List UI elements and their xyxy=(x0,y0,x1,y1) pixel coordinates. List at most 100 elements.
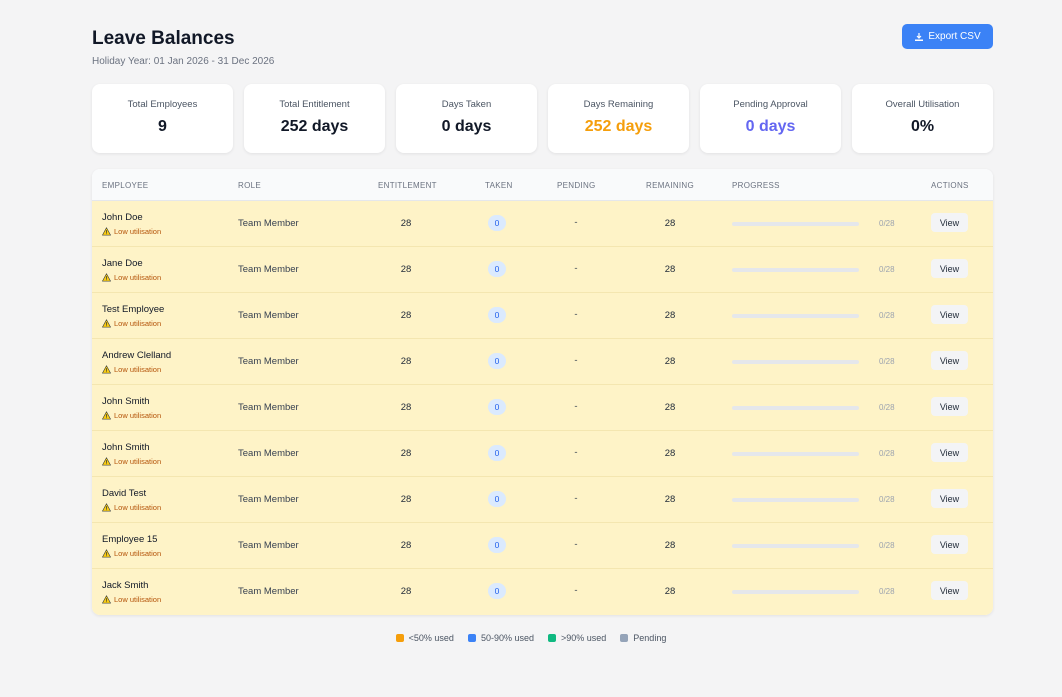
progress-text: 0/28 xyxy=(879,311,895,320)
progress-text: 0/28 xyxy=(879,587,895,596)
employee-name: Jack Smith xyxy=(102,580,149,591)
progress-text: 0/28 xyxy=(879,403,895,412)
stat-value: 0 days xyxy=(441,118,492,135)
stat-label: Overall Utilisation xyxy=(885,99,960,110)
warning-label: Low utilisation xyxy=(114,273,162,282)
download-icon xyxy=(915,32,924,41)
taken-badge: 0 xyxy=(488,261,506,277)
legend-item: 50-90% used xyxy=(467,633,534,643)
legend-swatch xyxy=(620,634,629,642)
progress-text: 0/28 xyxy=(879,495,895,504)
entitlement-value: 28 xyxy=(400,402,412,413)
pending-value: - xyxy=(574,309,578,320)
employee-role: Team Member xyxy=(238,402,299,413)
pending-value: - xyxy=(574,401,578,412)
progress-text: 0/28 xyxy=(879,219,895,228)
remaining-value: 28 xyxy=(664,264,676,275)
progress-bar xyxy=(732,360,859,364)
taken-badge: 0 xyxy=(488,445,506,461)
table-body: John Doe Low utilisation Team Member 28 … xyxy=(92,201,993,615)
employee-role: Team Member xyxy=(238,540,299,551)
taken-badge: 0 xyxy=(488,215,506,231)
remaining-value: 28 xyxy=(664,494,676,505)
taken-badge: 0 xyxy=(488,307,506,323)
warning-label: Low utilisation xyxy=(114,503,162,512)
progress-text: 0/28 xyxy=(879,449,895,458)
warning-label: Low utilisation xyxy=(114,457,162,466)
employee-name: David Test xyxy=(102,488,147,499)
employee-name: John Smith xyxy=(102,396,150,407)
remaining-value: 28 xyxy=(664,540,676,551)
warning-icon xyxy=(102,549,111,558)
progress-bar xyxy=(732,452,859,456)
legend-swatch xyxy=(395,634,404,642)
low-utilisation-warning: Low utilisation xyxy=(102,411,161,420)
stats-cards: Total Employees 9 Total Entitlement 252 … xyxy=(92,84,993,153)
employee-name: Jane Doe xyxy=(102,258,143,269)
low-utilisation-warning: Low utilisation xyxy=(102,503,161,512)
view-button[interactable]: View xyxy=(931,305,968,324)
employee-role: Team Member xyxy=(238,264,299,275)
warning-icon xyxy=(102,227,111,236)
stat-label: Days Remaining xyxy=(583,99,654,110)
view-button[interactable]: View xyxy=(931,213,968,232)
legend-label: <50% used xyxy=(408,633,454,643)
entitlement-value: 28 xyxy=(400,494,412,505)
entitlement-value: 28 xyxy=(400,310,412,321)
employee-role: Team Member xyxy=(238,586,299,597)
warning-label: Low utilisation xyxy=(114,549,162,558)
low-utilisation-warning: Low utilisation xyxy=(102,457,161,466)
remaining-value: 28 xyxy=(664,586,676,597)
table-row: Test Employee Low utilisation Team Membe… xyxy=(92,293,993,339)
view-button[interactable]: View xyxy=(931,535,968,554)
warning-icon xyxy=(102,503,111,512)
remaining-value: 28 xyxy=(664,356,676,367)
view-button[interactable]: View xyxy=(931,351,968,370)
legend-item: <50% used xyxy=(395,633,454,643)
legend-swatch xyxy=(548,634,556,642)
export-csv-button[interactable]: Export CSV xyxy=(902,24,993,49)
page-title: Leave Balances xyxy=(92,28,235,49)
entitlement-value: 28 xyxy=(400,586,412,597)
view-button[interactable]: View xyxy=(931,443,968,462)
table-header: EMPLOYEE ROLE ENTITLEMENT TAKEN PENDING … xyxy=(92,169,993,201)
holiday-year-subtitle: Holiday Year: 01 Jan 2026 - 31 Dec 2026 xyxy=(92,56,275,67)
employee-name: Employee 15 xyxy=(102,534,158,545)
table-row: John Doe Low utilisation Team Member 28 … xyxy=(92,201,993,247)
stat-value: 0 days xyxy=(745,118,796,135)
progress-bar xyxy=(732,498,859,502)
pending-value: - xyxy=(574,493,578,504)
low-utilisation-warning: Low utilisation xyxy=(102,227,161,236)
taken-badge: 0 xyxy=(488,583,506,599)
entitlement-value: 28 xyxy=(400,356,412,367)
taken-badge: 0 xyxy=(488,353,506,369)
col-progress: PROGRESS xyxy=(732,181,780,190)
legend-item: >90% used xyxy=(548,633,606,643)
employee-role: Team Member xyxy=(238,448,299,459)
col-role: ROLE xyxy=(238,181,261,190)
warning-label: Low utilisation xyxy=(114,227,162,236)
table-row: John Smith Low utilisation Team Member 2… xyxy=(92,431,993,477)
table-row: Employee 15 Low utilisation Team Member … xyxy=(92,523,993,569)
legend-label: 50-90% used xyxy=(480,633,534,643)
stat-overall-utilisation: Overall Utilisation 0% xyxy=(852,84,993,153)
warning-icon xyxy=(102,595,111,604)
view-button[interactable]: View xyxy=(931,397,968,416)
pending-value: - xyxy=(574,447,578,458)
progress-text: 0/28 xyxy=(879,541,895,550)
view-button[interactable]: View xyxy=(931,259,968,278)
warning-label: Low utilisation xyxy=(114,319,162,328)
pending-value: - xyxy=(574,355,578,366)
export-csv-label: Export CSV xyxy=(928,31,981,42)
table-row: Jack Smith Low utilisation Team Member 2… xyxy=(92,569,993,615)
entitlement-value: 28 xyxy=(400,264,412,275)
progress-bar xyxy=(732,406,859,410)
employee-role: Team Member xyxy=(238,356,299,367)
low-utilisation-warning: Low utilisation xyxy=(102,365,161,374)
legend-item: Pending xyxy=(620,633,666,643)
warning-icon xyxy=(102,319,111,328)
entitlement-value: 28 xyxy=(400,540,412,551)
low-utilisation-warning: Low utilisation xyxy=(102,319,161,328)
view-button[interactable]: View xyxy=(931,489,968,508)
view-button[interactable]: View xyxy=(931,581,968,600)
